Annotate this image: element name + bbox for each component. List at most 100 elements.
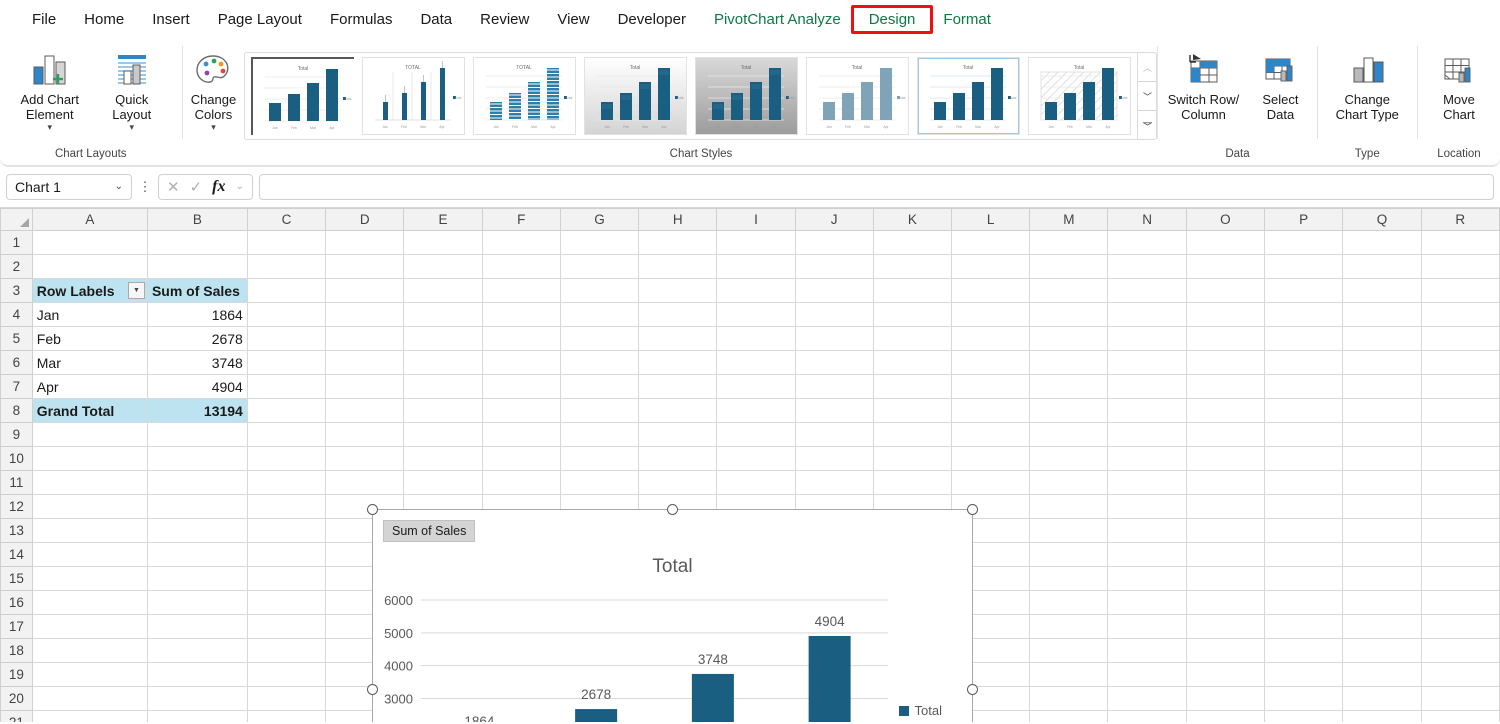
name-box-overflow-icon[interactable]: ⋮ (138, 179, 152, 195)
select-all-corner[interactable] (1, 209, 33, 231)
cell-H11[interactable] (639, 471, 717, 495)
cell-E11[interactable] (404, 471, 482, 495)
chart-style-thumbnail-8[interactable]: Total Jan Feb Mar Apr Total (1028, 57, 1131, 135)
cell-A19[interactable] (32, 663, 147, 687)
cell-M13[interactable] (1030, 519, 1108, 543)
cell-Q14[interactable] (1343, 543, 1421, 567)
cell-O18[interactable] (1186, 639, 1264, 663)
cell-Q18[interactable] (1343, 639, 1421, 663)
cell-M14[interactable] (1030, 543, 1108, 567)
cell-J7[interactable] (795, 375, 873, 399)
cell-N9[interactable] (1108, 423, 1186, 447)
cell-N1[interactable] (1108, 231, 1186, 255)
cell-C12[interactable] (247, 495, 325, 519)
tab-data[interactable]: Data (406, 7, 466, 32)
cell-H2[interactable] (639, 255, 717, 279)
resize-handle-top-center[interactable] (667, 504, 678, 515)
cell-N8[interactable] (1108, 399, 1186, 423)
cell-A17[interactable] (32, 615, 147, 639)
column-header-P[interactable]: P (1265, 209, 1343, 231)
cell-F7[interactable] (482, 375, 560, 399)
cell-F2[interactable] (482, 255, 560, 279)
cell-N11[interactable] (1108, 471, 1186, 495)
value-field-button[interactable]: Sum of Sales (383, 520, 475, 542)
cell-R19[interactable] (1421, 663, 1499, 687)
cell-R13[interactable] (1421, 519, 1499, 543)
column-header-G[interactable]: G (560, 209, 638, 231)
cell-E8[interactable] (404, 399, 482, 423)
row-header-1[interactable]: 1 (1, 231, 33, 255)
cell-A21[interactable] (32, 711, 147, 723)
cell-G11[interactable] (560, 471, 638, 495)
cell-E7[interactable] (404, 375, 482, 399)
cell-B2[interactable] (147, 255, 247, 279)
cell-E10[interactable] (404, 447, 482, 471)
cell-O4[interactable] (1186, 303, 1264, 327)
cell-P1[interactable] (1265, 231, 1343, 255)
row-header-13[interactable]: 13 (1, 519, 33, 543)
cell-O6[interactable] (1186, 351, 1264, 375)
cell-P12[interactable] (1265, 495, 1343, 519)
cell-F6[interactable] (482, 351, 560, 375)
cell-C21[interactable] (247, 711, 325, 723)
cell-E1[interactable] (404, 231, 482, 255)
cell-L7[interactable] (951, 375, 1029, 399)
cell-C7[interactable] (247, 375, 325, 399)
cell-I2[interactable] (717, 255, 795, 279)
cell-D5[interactable] (326, 327, 404, 351)
cell-A13[interactable] (32, 519, 147, 543)
cell-M2[interactable] (1030, 255, 1108, 279)
cell-L5[interactable] (951, 327, 1029, 351)
filter-dropdown-icon[interactable]: ▼ (128, 282, 145, 299)
row-header-4[interactable]: 4 (1, 303, 33, 327)
cell-D10[interactable] (326, 447, 404, 471)
cell-Q7[interactable] (1343, 375, 1421, 399)
tab-insert[interactable]: Insert (138, 7, 204, 32)
row-header-3[interactable]: 3 (1, 279, 33, 303)
cell-O15[interactable] (1186, 567, 1264, 591)
scroll-down-icon[interactable]: ﹀ (1138, 81, 1156, 110)
row-header-19[interactable]: 19 (1, 663, 33, 687)
cell-F10[interactable] (482, 447, 560, 471)
resize-handle-top-right[interactable] (967, 504, 978, 515)
cell-C10[interactable] (247, 447, 325, 471)
cell-G5[interactable] (560, 327, 638, 351)
cell-Q20[interactable] (1343, 687, 1421, 711)
column-header-D[interactable]: D (326, 209, 404, 231)
cell-J5[interactable] (795, 327, 873, 351)
cell-M20[interactable] (1030, 687, 1108, 711)
tab-file[interactable]: File (18, 7, 70, 32)
cell-Q4[interactable] (1343, 303, 1421, 327)
column-header-F[interactable]: F (482, 209, 560, 231)
switch-row-column-button[interactable]: Switch Row/ Column (1160, 44, 1246, 122)
tab-view[interactable]: View (543, 7, 603, 32)
cell-M3[interactable] (1030, 279, 1108, 303)
cell-P9[interactable] (1265, 423, 1343, 447)
cell-M21[interactable] (1030, 711, 1108, 723)
cell-O11[interactable] (1186, 471, 1264, 495)
cell-H8[interactable] (639, 399, 717, 423)
cell-P8[interactable] (1265, 399, 1343, 423)
cell-G2[interactable] (560, 255, 638, 279)
cell-R1[interactable] (1421, 231, 1499, 255)
cell-M19[interactable] (1030, 663, 1108, 687)
cell-P4[interactable] (1265, 303, 1343, 327)
cell-Q15[interactable] (1343, 567, 1421, 591)
cell-O7[interactable] (1186, 375, 1264, 399)
cell-H4[interactable] (639, 303, 717, 327)
cell-C16[interactable] (247, 591, 325, 615)
cell-L1[interactable] (951, 231, 1029, 255)
cell-E2[interactable] (404, 255, 482, 279)
cell-O2[interactable] (1186, 255, 1264, 279)
cell-G4[interactable] (560, 303, 638, 327)
row-header-7[interactable]: 7 (1, 375, 33, 399)
formula-input[interactable] (259, 174, 1494, 200)
bar-Apr[interactable] (809, 636, 851, 722)
row-header-8[interactable]: 8 (1, 399, 33, 423)
cell-N7[interactable] (1108, 375, 1186, 399)
chevron-down-icon[interactable]: ⌄ (115, 181, 123, 192)
cell-O16[interactable] (1186, 591, 1264, 615)
cell-D4[interactable] (326, 303, 404, 327)
cell-C2[interactable] (247, 255, 325, 279)
cell-C9[interactable] (247, 423, 325, 447)
